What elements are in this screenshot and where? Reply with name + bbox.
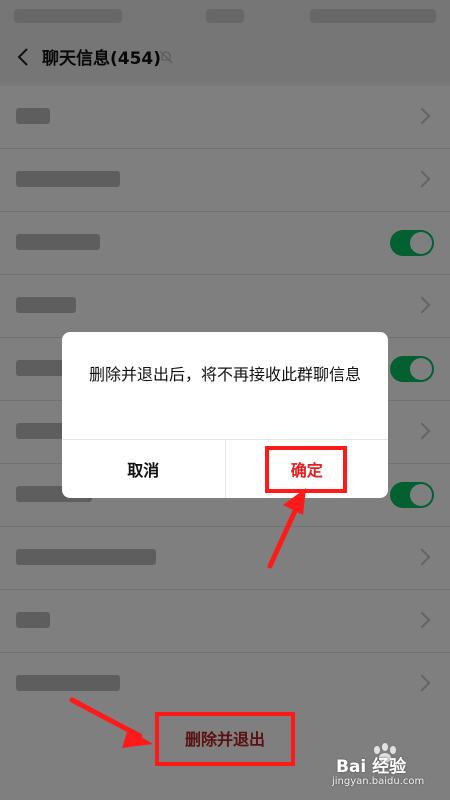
confirm-button[interactable]: 确定: [226, 440, 389, 498]
watermark-brand: Bai 经验: [336, 757, 407, 777]
cancel-button[interactable]: 取消: [62, 440, 226, 498]
confirm-dialog: 删除并退出后，将不再接收此群聊信息 取消 确定: [62, 332, 388, 498]
watermark-url: jingyan.baidu.com: [332, 776, 425, 787]
dialog-buttons: 取消 确定: [62, 439, 388, 498]
dialog-message: 删除并退出后，将不再接收此群聊信息: [88, 365, 361, 384]
